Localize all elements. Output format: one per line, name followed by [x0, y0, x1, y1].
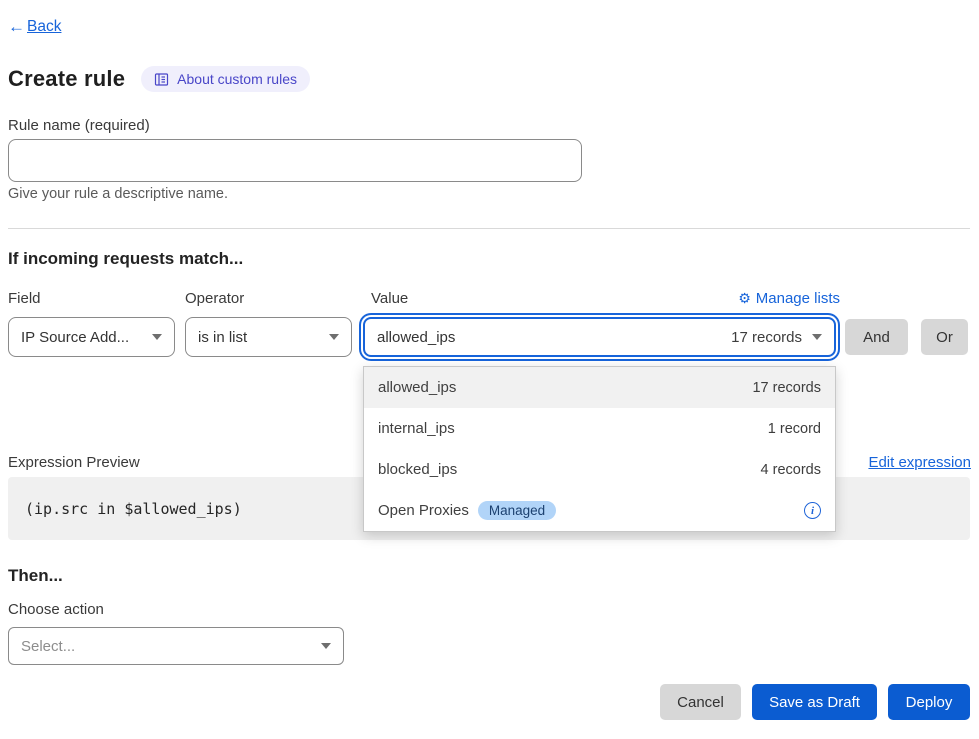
back-link[interactable]: ←Back [8, 17, 61, 37]
operator-select-value: is in list [198, 329, 319, 346]
action-select-placeholder: Select... [21, 638, 311, 655]
list-item-blocked-ips[interactable]: blocked_ips 4 records [364, 449, 835, 490]
list-item-open-proxies[interactable]: Open Proxies Managed i [364, 490, 835, 531]
choose-action-label: Choose action [8, 601, 104, 618]
create-rule-page: ←Back Create rule About custom rules Rul… [0, 0, 979, 739]
chevron-down-icon [329, 334, 339, 340]
action-select[interactable]: Select... [8, 627, 344, 665]
rule-name-input[interactable] [8, 139, 582, 182]
value-select[interactable]: allowed_ips 17 records [363, 317, 836, 357]
title-row: Create rule About custom rules [8, 66, 310, 92]
expression-preview-label: Expression Preview [8, 454, 140, 471]
manage-lists-link[interactable]: ⚙ Manage lists [738, 290, 840, 307]
managed-badge: Managed [478, 501, 556, 520]
section-divider [8, 228, 970, 229]
or-button[interactable]: Or [921, 319, 968, 355]
list-item-allowed-ips[interactable]: allowed_ips 17 records [364, 367, 835, 408]
and-button[interactable]: And [845, 319, 908, 355]
field-select-value: IP Source Add... [21, 329, 142, 346]
back-arrow-icon: ← [8, 17, 25, 37]
value-dropdown-menu: allowed_ips 17 records internal_ips 1 re… [363, 366, 836, 532]
list-record-count: 4 records [761, 462, 821, 478]
deploy-button[interactable]: Deploy [888, 684, 970, 720]
rule-name-helper: Give your rule a descriptive name. [8, 186, 228, 202]
list-name: Open Proxies [378, 502, 469, 519]
list-name: internal_ips [378, 420, 455, 437]
page-title: Create rule [8, 66, 125, 92]
list-record-count: 17 records [752, 380, 821, 396]
value-select-value: allowed_ips [377, 329, 455, 346]
rule-name-label: Rule name (required) [8, 117, 150, 134]
then-heading: Then... [8, 566, 63, 586]
list-name: allowed_ips [378, 379, 456, 396]
edit-expression-link[interactable]: Edit expression [868, 454, 971, 471]
list-item-internal-ips[interactable]: internal_ips 1 record [364, 408, 835, 449]
save-as-draft-button[interactable]: Save as Draft [752, 684, 877, 720]
expression-code: (ip.src in $allowed_ips) [25, 500, 242, 518]
field-label: Field [8, 290, 41, 307]
about-badge-label: About custom rules [177, 71, 297, 87]
value-label: Value [371, 290, 408, 307]
value-select-records: 17 records [731, 329, 802, 346]
manage-lists-label: Manage lists [756, 290, 840, 307]
chevron-down-icon [152, 334, 162, 340]
gear-icon: ⚙ [738, 290, 751, 307]
cancel-button[interactable]: Cancel [660, 684, 741, 720]
book-icon [154, 72, 169, 87]
operator-label: Operator [185, 290, 244, 307]
list-record-count: 1 record [768, 421, 821, 437]
chevron-down-icon [812, 334, 822, 340]
info-icon[interactable]: i [804, 502, 821, 519]
back-label: Back [27, 18, 61, 36]
match-heading: If incoming requests match... [8, 249, 243, 269]
operator-select[interactable]: is in list [185, 317, 352, 357]
chevron-down-icon [321, 643, 331, 649]
list-name: blocked_ips [378, 461, 457, 478]
field-select[interactable]: IP Source Add... [8, 317, 175, 357]
about-custom-rules-link[interactable]: About custom rules [141, 66, 310, 92]
